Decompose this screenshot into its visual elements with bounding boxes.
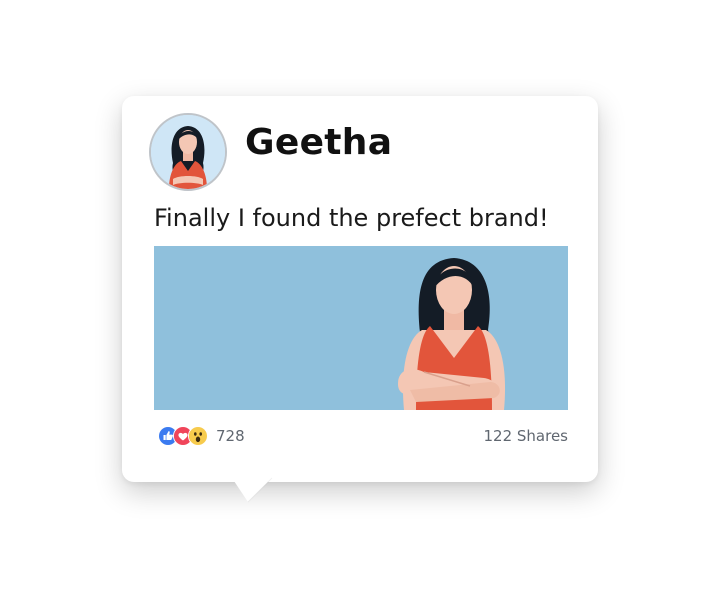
- post-text: Finally I found the prefect brand!: [154, 204, 549, 232]
- reactions-summary[interactable]: 728: [158, 426, 245, 446]
- post-image[interactable]: [154, 246, 568, 410]
- author-name[interactable]: Geetha: [245, 118, 392, 168]
- woman-illustration-icon: [154, 246, 568, 410]
- speech-bubble-tail: [232, 477, 273, 503]
- woman-avatar-icon: [151, 115, 225, 189]
- shares-count[interactable]: 122 Shares: [484, 426, 569, 446]
- avatar[interactable]: [149, 113, 227, 191]
- post-card: Geetha Finally I found the prefect brand…: [122, 96, 598, 482]
- reaction-count: 728: [216, 427, 245, 445]
- post-bubble: Geetha Finally I found the prefect brand…: [0, 0, 720, 600]
- wow-icon: [188, 426, 208, 446]
